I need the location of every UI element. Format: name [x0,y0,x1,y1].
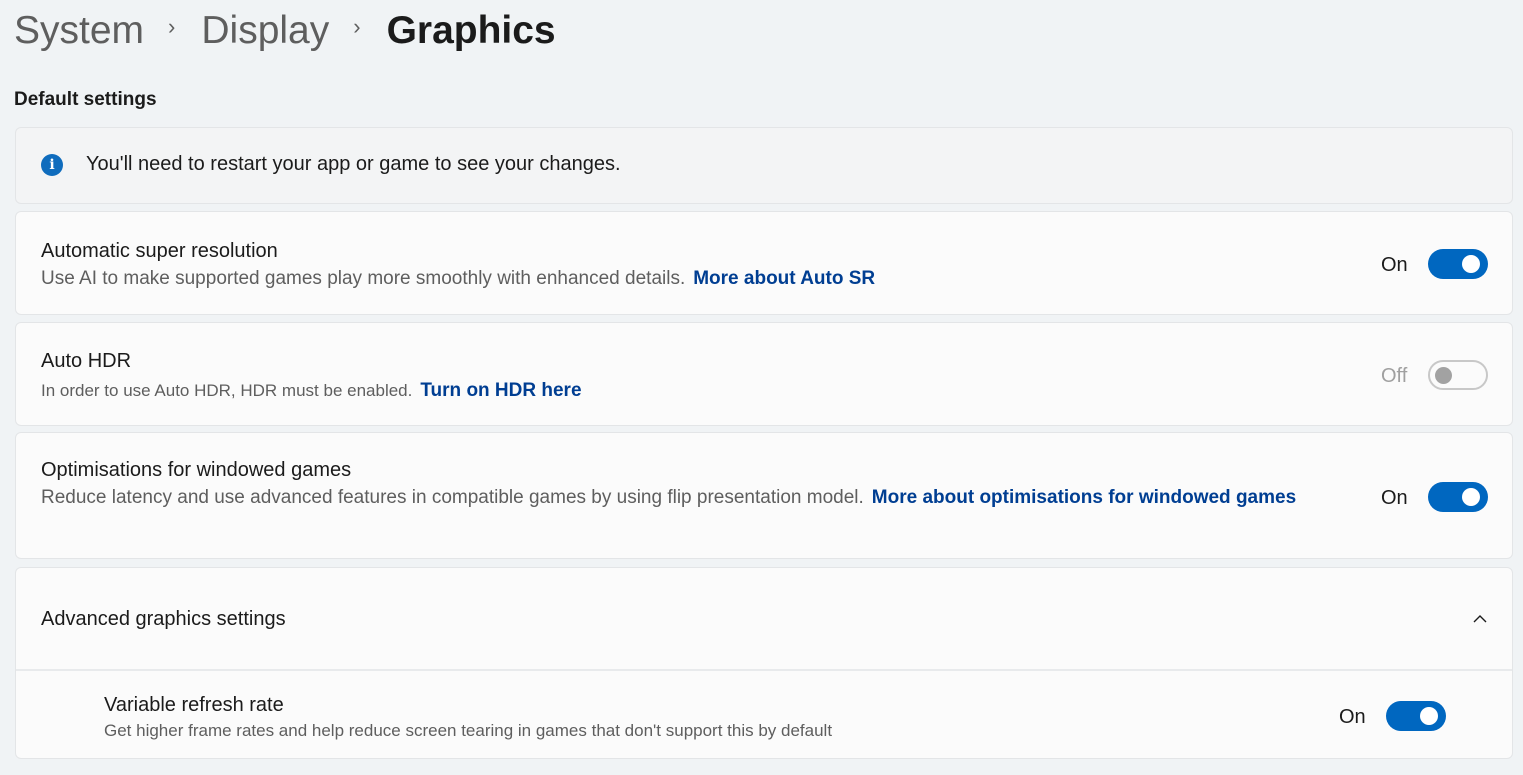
more-about-windowed-games-link[interactable]: More about optimisations for windowed ga… [872,487,1296,508]
toggle-state-label: On [1381,254,1408,276]
toggle-knob [1462,255,1480,273]
auto-hdr-toggle[interactable] [1428,360,1488,390]
setting-auto-hdr: Auto HDR In order to use Auto HDR, HDR m… [15,322,1513,426]
setting-windowed-games-optimisations: Optimisations for windowed games Reduce … [15,432,1513,559]
setting-title: Variable refresh rate [104,694,284,716]
auto-sr-toggle[interactable] [1428,249,1488,279]
info-banner: i You'll need to restart your app or gam… [15,127,1513,204]
setting-title: Optimisations for windowed games [41,459,352,481]
breadcrumb: System › Display › Graphics [14,6,556,56]
toggle-knob [1462,488,1480,506]
setting-title: Automatic super resolution [41,240,278,262]
more-about-auto-sr-link[interactable]: More about Auto SR [693,268,875,289]
breadcrumb-display[interactable]: Display [201,6,329,56]
page-title: Graphics [386,9,556,52]
setting-description-text: Reduce latency and use advanced features… [41,487,864,508]
setting-title: Auto HDR [41,350,132,372]
turn-on-hdr-link[interactable]: Turn on HDR here [420,380,581,401]
breadcrumb-system[interactable]: System [14,6,144,56]
setting-auto-super-resolution: Automatic super resolution Use AI to mak… [15,211,1513,315]
toggle-state-label: On [1381,487,1408,509]
info-text: You'll need to restart your app or game … [86,153,621,175]
advanced-graphics-settings: Advanced graphics settings Variable refr… [15,567,1513,759]
variable-refresh-rate-toggle[interactable] [1386,701,1446,731]
setting-description: Use AI to make supported games play more… [41,265,875,293]
chevron-right-icon: › [353,14,361,39]
setting-description: Get higher frame rates and help reduce s… [104,721,833,740]
toggle-state-label: On [1339,706,1366,728]
windowed-games-toggle[interactable] [1428,482,1488,512]
info-icon: i [41,154,63,176]
section-title: Default settings [14,89,157,110]
setting-description-text: Use AI to make supported games play more… [41,268,686,289]
chevron-up-icon[interactable] [1473,612,1487,626]
advanced-graphics-settings-header[interactable]: Advanced graphics settings [41,608,286,631]
divider [16,669,1512,671]
setting-description: In order to use Auto HDR, HDR must be en… [41,377,582,405]
setting-description: Reduce latency and use advanced features… [41,484,1351,512]
toggle-knob [1420,707,1438,725]
toggle-knob [1435,367,1452,384]
setting-description-text: In order to use Auto HDR, HDR must be en… [41,381,413,400]
chevron-right-icon: › [168,14,176,39]
toggle-state-label: Off [1381,365,1408,387]
